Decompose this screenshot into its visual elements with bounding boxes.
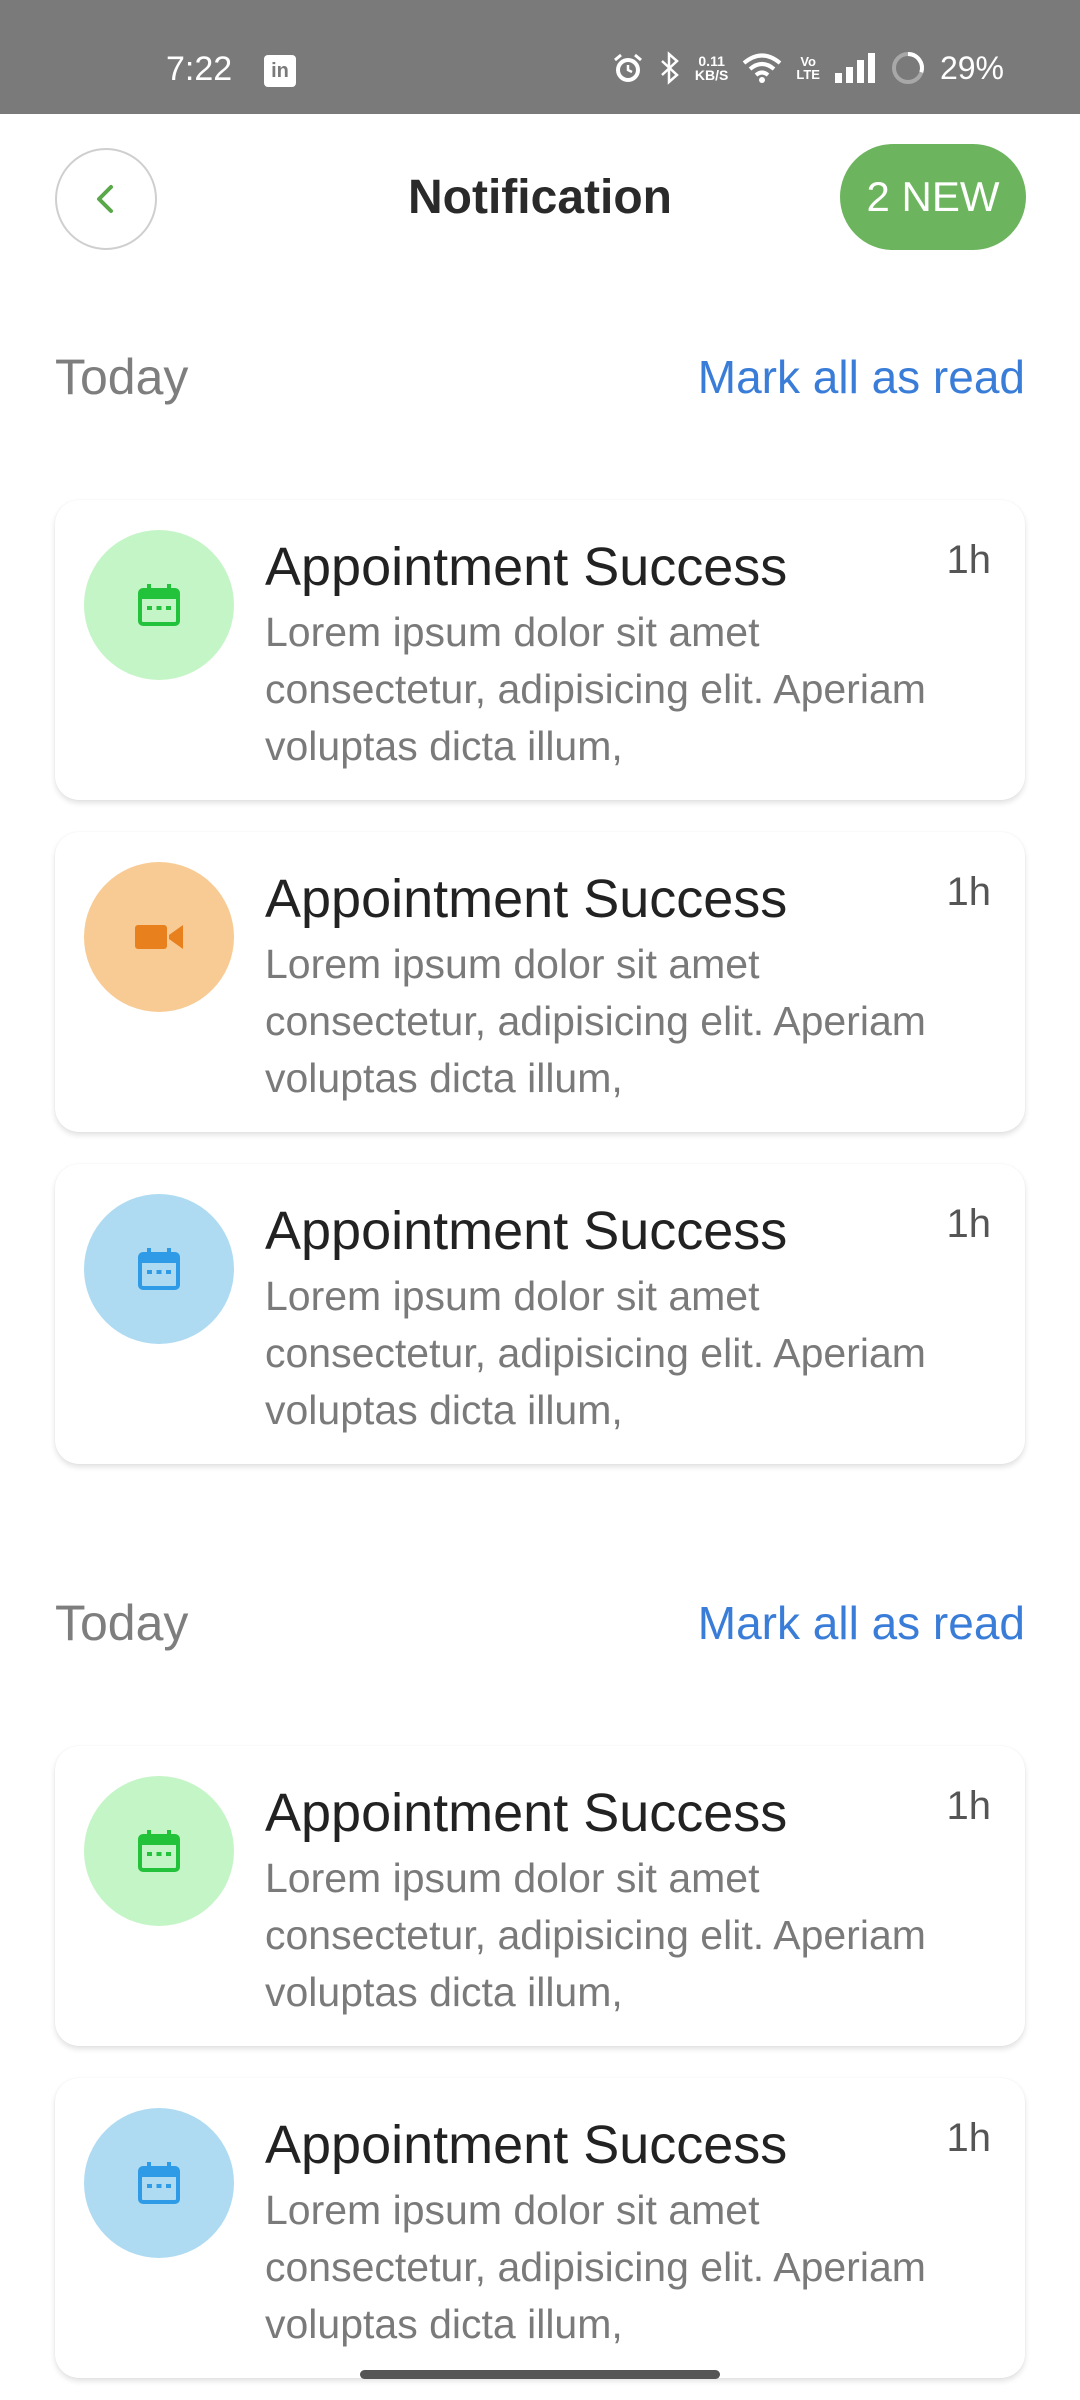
battery-ring-icon [891, 52, 924, 84]
notification-time: 1h [946, 538, 992, 582]
notification-time: 1h [946, 1202, 992, 1246]
notification-card[interactable]: Appointment Success 1h Lorem ipsum dolor… [55, 1746, 1025, 2046]
notification-title: Appointment Success [265, 2115, 788, 2175]
notification-avatar [84, 530, 234, 680]
notification-body: Lorem ipsum dolor sit amet consectetur, … [265, 1855, 926, 2015]
notification-title: Appointment Success [265, 869, 788, 929]
notification-avatar [84, 1776, 234, 1926]
battery-percent: 29% [939, 49, 1004, 86]
calendar-icon [138, 584, 180, 626]
notification-time: 1h [946, 870, 992, 914]
calendar-icon [138, 1248, 180, 1290]
video-icon [135, 925, 183, 949]
status-time: 7:22 [166, 50, 233, 88]
section-title: Today [55, 349, 189, 405]
mark-all-read-link[interactable]: Mark all as read [698, 350, 1025, 404]
notification-title: Appointment Success [265, 537, 788, 597]
notification-title: Appointment Success [265, 1201, 788, 1261]
section-header: Today Mark all as read [55, 1594, 1025, 1664]
status-bar: 7:22 in 0.11 KB/S Vo LTE 29% [0, 0, 1080, 114]
notification-body: Lorem ipsum dolor sit amet consectetur, … [265, 609, 926, 769]
calendar-icon [138, 1830, 180, 1872]
notification-card[interactable]: Appointment Success 1h Lorem ipsum dolor… [55, 500, 1025, 800]
section-header: Today Mark all as read [55, 348, 1025, 418]
net-speed: 0.11 KB/S [694, 53, 729, 83]
wifi-icon [743, 53, 782, 83]
home-indicator[interactable] [360, 2370, 720, 2379]
bluetooth-icon [661, 51, 679, 85]
notification-card[interactable]: Appointment Success 1h Lorem ipsum dolor… [55, 832, 1025, 1132]
signal-icon [834, 53, 875, 83]
notification-time: 1h [946, 1784, 992, 1828]
new-count-badge: 2 NEW [840, 144, 1026, 250]
notification-avatar [84, 862, 234, 1012]
calendar-icon [138, 2162, 180, 2204]
section-title: Today [55, 1595, 189, 1651]
notification-card[interactable]: Appointment Success 1h Lorem ipsum dolor… [55, 1164, 1025, 1464]
notification-body: Lorem ipsum dolor sit amet consectetur, … [265, 1273, 926, 1433]
notification-body: Lorem ipsum dolor sit amet consectetur, … [265, 941, 926, 1101]
notification-avatar [84, 1194, 234, 1344]
notification-title: Appointment Success [265, 1783, 788, 1843]
notification-body: Lorem ipsum dolor sit amet consectetur, … [265, 2187, 926, 2347]
app-header: Notification 2 NEW [0, 114, 1080, 284]
volte-indicator: Vo LTE [796, 54, 820, 82]
notification-avatar [84, 2108, 234, 2258]
notification-card[interactable]: Appointment Success 1h Lorem ipsum dolor… [55, 2078, 1025, 2378]
linkedin-icon: in [264, 55, 296, 87]
notification-time: 1h [946, 2116, 992, 2160]
mark-all-read-link[interactable]: Mark all as read [698, 1596, 1025, 1650]
alarm-icon [613, 53, 642, 82]
status-icons: 0.11 KB/S Vo LTE 29% [611, 46, 1004, 90]
